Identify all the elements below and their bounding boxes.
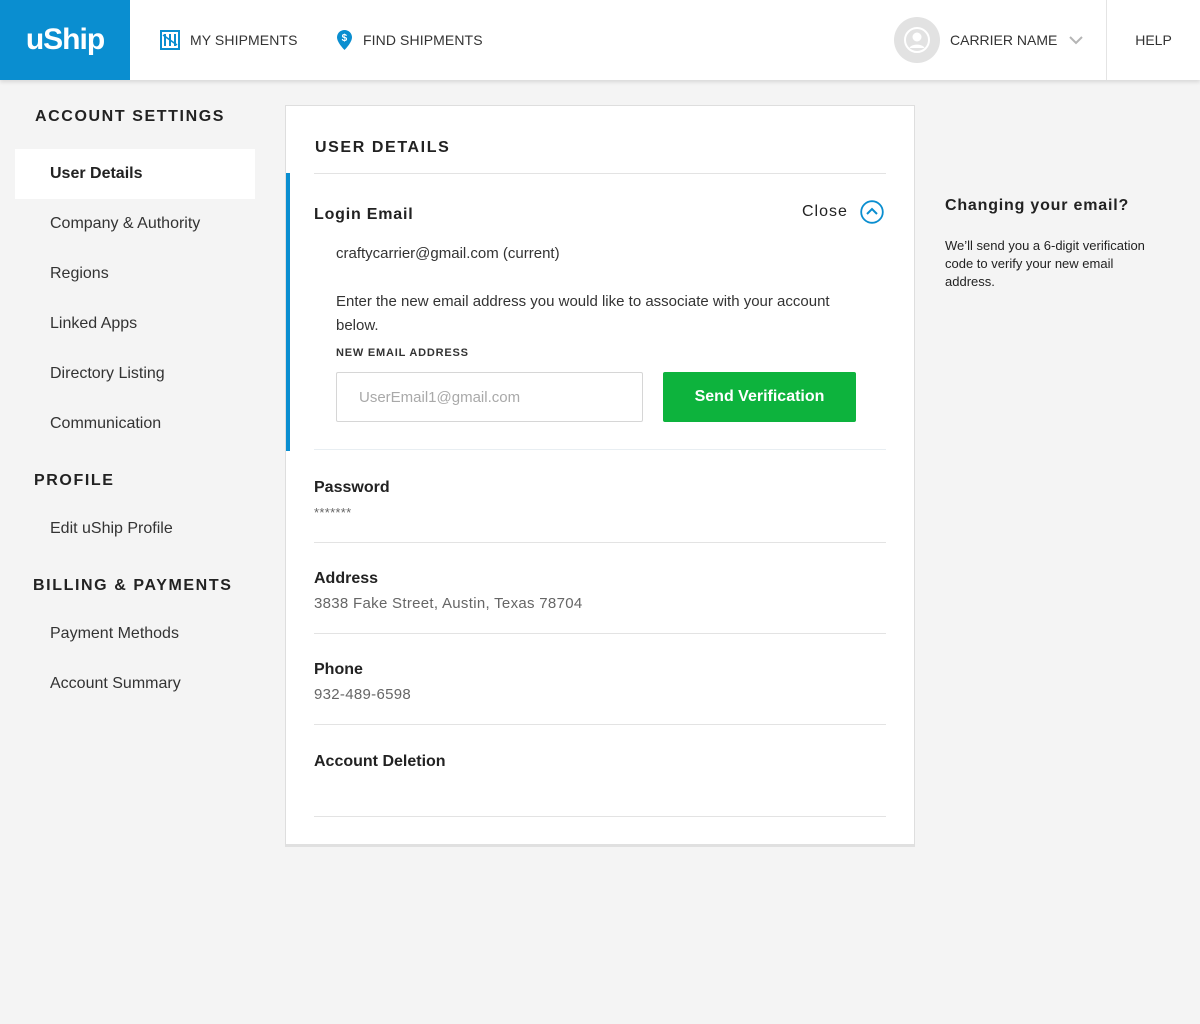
sidebar-item-user-details[interactable]: User Details bbox=[15, 149, 255, 199]
svg-text:$: $ bbox=[342, 33, 348, 44]
phone-label[interactable]: Phone bbox=[314, 661, 363, 679]
divider bbox=[314, 724, 886, 725]
address-label[interactable]: Address bbox=[314, 570, 378, 588]
help-panel-text: We’ll send you a 6-digit verification co… bbox=[945, 238, 1145, 289]
sidebar-item-label: Edit uShip Profile bbox=[50, 520, 173, 537]
sidebar-item-label: User Details bbox=[50, 165, 143, 182]
phone-value: 932-489-6598 bbox=[314, 686, 412, 703]
divider bbox=[314, 816, 886, 817]
login-email-label: Login Email bbox=[314, 206, 414, 223]
help-panel-title: Changing your email? bbox=[945, 197, 1130, 214]
chevron-up-circle-icon bbox=[860, 200, 884, 224]
help-link[interactable]: HELP bbox=[1107, 0, 1200, 80]
sidebar-item-linked-apps[interactable]: Linked Apps bbox=[15, 299, 255, 349]
user-details-card: USER DETAILS Login Email Close craftycar… bbox=[285, 105, 915, 847]
close-login-email-button[interactable]: Close bbox=[802, 200, 884, 224]
sidebar-item-communication[interactable]: Communication bbox=[15, 399, 255, 449]
sidebar-item-label: Payment Methods bbox=[50, 625, 179, 642]
nav-find-shipments[interactable]: $ FIND SHIPMENTS bbox=[336, 0, 483, 80]
top-header: uShip MY SHIPMENTS $ FIND SHIPMENTS CARR… bbox=[0, 0, 1200, 80]
email-instructions: Enter the new email address you would li… bbox=[336, 293, 830, 334]
sidebar-item-label: Account Summary bbox=[50, 675, 181, 692]
sidebar-item-edit-profile[interactable]: Edit uShip Profile bbox=[15, 504, 255, 554]
nav-my-shipments[interactable]: MY SHIPMENTS bbox=[160, 0, 298, 80]
sidebar-item-regions[interactable]: Regions bbox=[15, 249, 255, 299]
uship-logo[interactable]: uShip bbox=[0, 0, 130, 80]
sidebar-item-directory-listing[interactable]: Directory Listing bbox=[15, 349, 255, 399]
nav-find-shipments-label: FIND SHIPMENTS bbox=[363, 32, 483, 48]
user-menu[interactable]: CARRIER NAME bbox=[894, 0, 1084, 80]
sidebar-item-label: Directory Listing bbox=[50, 365, 165, 382]
active-section-indicator bbox=[286, 173, 290, 451]
sidebar-item-label: Regions bbox=[50, 265, 109, 282]
sidebar-heading-account-settings: ACCOUNT SETTINGS bbox=[35, 108, 226, 125]
sidebar-item-label: Company & Authority bbox=[50, 215, 201, 232]
close-label: Close bbox=[802, 203, 848, 220]
divider bbox=[314, 633, 886, 634]
user-name: CARRIER NAME bbox=[950, 32, 1058, 48]
sidebar-item-payment-methods[interactable]: Payment Methods bbox=[15, 609, 255, 659]
sidebar-heading-profile: PROFILE bbox=[34, 472, 115, 489]
sidebar-item-company-authority[interactable]: Company & Authority bbox=[15, 199, 255, 249]
logo-text: uShip bbox=[25, 23, 105, 56]
map-pin-dollar-icon: $ bbox=[337, 30, 352, 50]
password-value: ******* bbox=[314, 505, 352, 520]
shipments-grid-icon bbox=[160, 30, 180, 50]
nav-my-shipments-label: MY SHIPMENTS bbox=[190, 32, 298, 48]
send-verification-button[interactable]: Send Verification bbox=[663, 372, 856, 422]
new-email-input[interactable] bbox=[336, 372, 643, 422]
user-placeholder-icon bbox=[904, 27, 930, 53]
divider bbox=[314, 173, 886, 174]
sidebar-item-account-summary[interactable]: Account Summary bbox=[15, 659, 255, 709]
divider bbox=[314, 542, 886, 543]
sidebar-item-label: Communication bbox=[50, 415, 162, 432]
current-email: craftycarrier@gmail.com (current) bbox=[336, 245, 560, 262]
chevron-down-icon bbox=[1069, 35, 1084, 44]
account-deletion-label[interactable]: Account Deletion bbox=[314, 753, 446, 771]
page-title: USER DETAILS bbox=[315, 139, 451, 156]
new-email-label: NEW EMAIL ADDRESS bbox=[336, 347, 469, 359]
address-value: 3838 Fake Street, Austin, Texas 78704 bbox=[314, 595, 583, 612]
divider bbox=[314, 449, 886, 450]
sidebar-heading-billing-payments: BILLING & PAYMENTS bbox=[33, 577, 233, 594]
avatar bbox=[894, 17, 940, 63]
password-label[interactable]: Password bbox=[314, 479, 390, 497]
sidebar-item-label: Linked Apps bbox=[50, 315, 138, 332]
